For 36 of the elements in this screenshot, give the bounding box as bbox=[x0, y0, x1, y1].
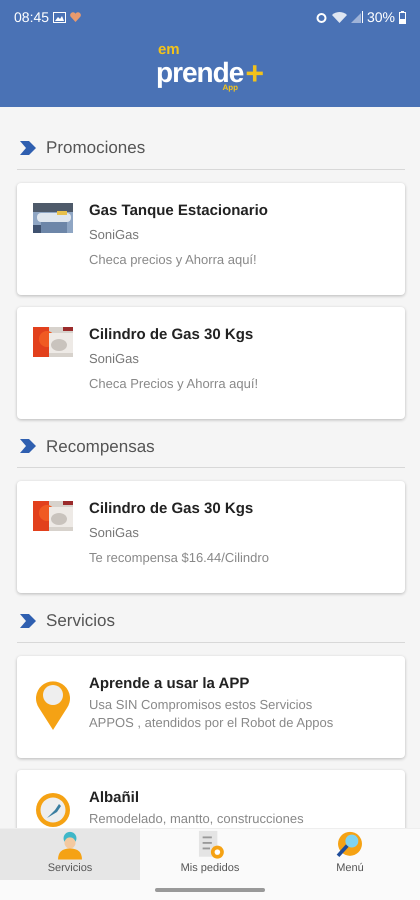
item-title: Cilindro de Gas 30 Kgs bbox=[89, 324, 254, 344]
item-provider: SoniGas bbox=[89, 226, 140, 244]
chevron-icon bbox=[20, 439, 36, 454]
item-card[interactable]: Cilindro de Gas 30 Kgs SoniGas Checa Precios y Ahorra aquí! bbox=[17, 306, 405, 418]
item-title: Albañil bbox=[89, 788, 140, 808]
item-card[interactable]: Cilindro de Gas 30 Kgs SoniGas Te recompensa $16.44/Cilindro bbox=[17, 481, 405, 593]
gesture-bar[interactable] bbox=[155, 888, 265, 892]
item-provider: SoniGas bbox=[89, 350, 140, 368]
item-card[interactable]: Aprende a usar la APP Usa SIN Compromisos estos Servicios APPOS , atendidos por el Robot de Appos bbox=[17, 656, 405, 758]
app-logo: em prende+ App bbox=[156, 40, 264, 92]
item-card[interactable]: Gas Tanque Estacionario SoniGas Checa precios y Ahorra aquí! bbox=[17, 182, 405, 294]
battery-level: 30% bbox=[366, 8, 395, 26]
item-provider: SoniGas bbox=[89, 524, 140, 542]
item-card[interactable]: Albañil Remodelado, mantto, construcciones bbox=[17, 770, 405, 828]
nav-tab[interactable]: Menú bbox=[280, 829, 420, 880]
gallery-icon bbox=[53, 12, 66, 22]
item-description: Te recompensa $16.44/Cilindro bbox=[89, 549, 269, 567]
item-title: Gas Tanque Estacionario bbox=[89, 200, 268, 220]
battery-icon bbox=[399, 10, 406, 24]
section-title: Promociones bbox=[46, 137, 146, 159]
item-description: Checa Precios y Ahorra aquí! bbox=[89, 374, 258, 392]
chevron-icon bbox=[20, 140, 36, 155]
status-time: 08:45 bbox=[14, 8, 50, 26]
item-title: Aprende a usar la APP bbox=[89, 674, 250, 694]
wifi-icon bbox=[332, 11, 347, 23]
item-description: Remodelado, mantto, construcciones bbox=[89, 810, 304, 828]
item-description: Usa SIN Compromisos estos Servicios APPOS , atendidos por el Robot de Appos bbox=[89, 696, 334, 732]
nav-tab[interactable]: Servicios bbox=[0, 829, 140, 880]
heart-icon bbox=[70, 12, 82, 22]
nav-tab[interactable]: Mis pedidos bbox=[140, 829, 280, 880]
section-title: Servicios bbox=[46, 610, 115, 632]
section-title: Recompensas bbox=[46, 436, 155, 458]
item-title: Cilindro de Gas 30 Kgs bbox=[89, 499, 254, 519]
chevron-icon bbox=[20, 614, 36, 628]
item-description: Checa precios y Ahorra aquí! bbox=[89, 250, 258, 268]
signal-icon bbox=[350, 11, 363, 23]
